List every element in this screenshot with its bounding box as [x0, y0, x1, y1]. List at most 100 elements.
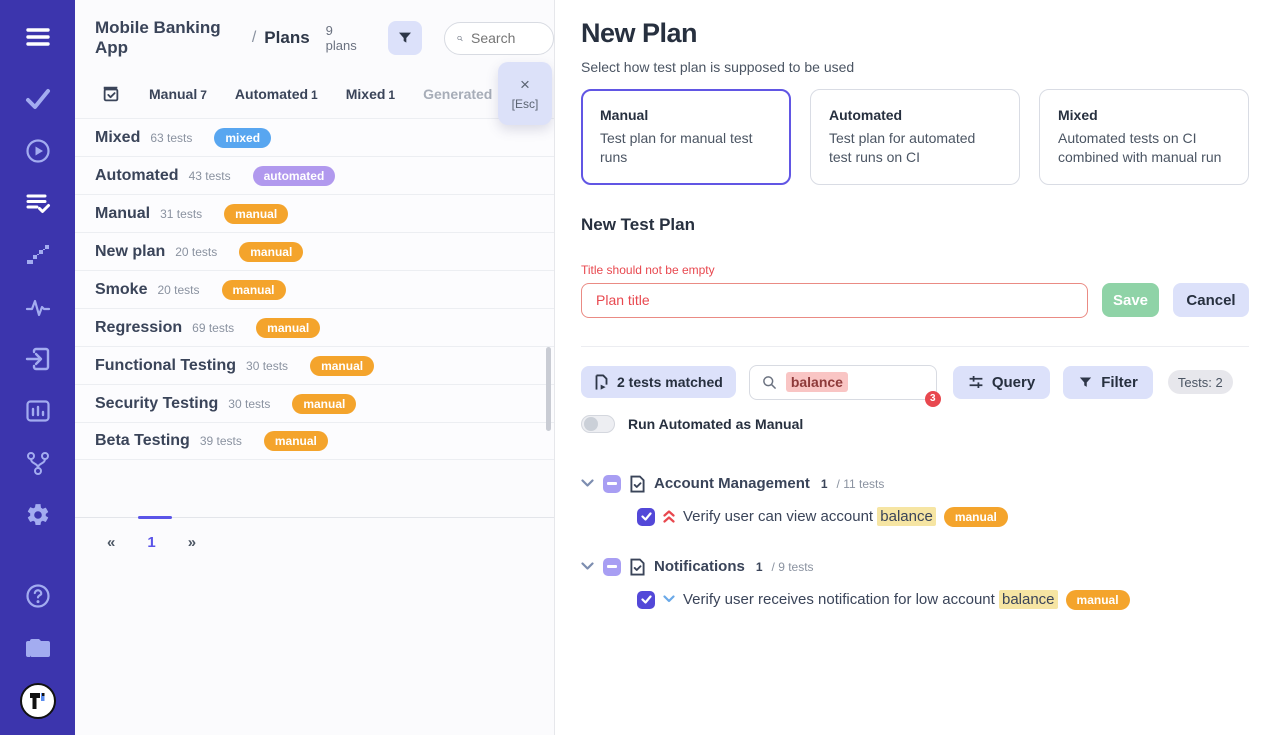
plan-row-security-testing[interactable]: Security Testing 30 tests manual [75, 384, 554, 422]
breadcrumb-project[interactable]: Mobile Banking App [95, 18, 244, 58]
chevron-down-icon[interactable] [581, 479, 594, 488]
suite-selected-count: 1 [821, 477, 828, 491]
pulse-icon[interactable] [23, 292, 53, 322]
funnel-icon [397, 30, 413, 46]
filter-tests-button[interactable]: Filter [1063, 366, 1153, 399]
test-search-box[interactable]: balance 3 [749, 365, 937, 400]
pagination-prev-button[interactable]: « [107, 534, 115, 551]
branch-icon[interactable] [23, 448, 53, 478]
plan-type-badge: manual [264, 431, 328, 451]
plan-type-badge: manual [256, 318, 320, 338]
card-title: Manual [600, 107, 772, 123]
suite-checkbox-indeterminate[interactable] [603, 558, 621, 576]
projects-folder-icon[interactable] [23, 632, 53, 662]
plan-title-input[interactable] [581, 283, 1088, 318]
plan-type-card-automated[interactable]: Automated Test plan for automated test r… [810, 89, 1020, 185]
plan-test-count: 43 tests [189, 169, 231, 183]
tests-matched-button[interactable]: 2 tests matched [581, 366, 736, 398]
steps-stairs-icon[interactable] [23, 240, 53, 270]
search-highlight: balance [877, 507, 936, 526]
test-checkbox-checked[interactable] [637, 591, 655, 609]
plan-type-card-manual[interactable]: Manual Test plan for manual test runs [581, 89, 791, 185]
tests-matched-label: 2 tests matched [617, 374, 723, 390]
pagination-active-indicator [138, 516, 172, 519]
title-validation-error: Title should not be empty [581, 263, 1249, 277]
tests-check-icon[interactable] [23, 84, 53, 114]
escape-close-button[interactable]: × [Esc] [498, 62, 552, 125]
plan-row-mixed[interactable]: Mixed 63 tests mixed [75, 118, 554, 156]
pagination-page-1[interactable]: 1 [147, 534, 155, 551]
plans-search-box[interactable] [444, 22, 554, 55]
suite-total-count: / 9 tests [772, 560, 814, 574]
funnel-icon [1078, 375, 1093, 390]
menu-icon[interactable] [23, 22, 53, 52]
plan-test-count: 30 tests [246, 359, 288, 373]
tab-generated[interactable]: Generated [423, 86, 492, 102]
runs-play-icon[interactable] [23, 136, 53, 166]
test-title[interactable]: Verify user receives notification for lo… [683, 591, 1058, 608]
save-button[interactable]: Save [1102, 283, 1159, 317]
run-automated-toggle[interactable] [581, 415, 615, 433]
plans-search-input[interactable] [471, 30, 541, 46]
search-term: balance [786, 372, 848, 392]
app-logo[interactable] [20, 683, 56, 719]
test-type-badge: manual [1066, 590, 1130, 610]
plan-row-smoke[interactable]: Smoke 20 tests manual [75, 270, 554, 308]
plan-type-badge: manual [222, 280, 286, 300]
plan-title: Mixed [95, 129, 140, 147]
test-title[interactable]: Verify user can view account balance [683, 508, 936, 525]
plan-row-beta-testing[interactable]: Beta Testing 39 tests manual [75, 422, 554, 460]
suite-total-count: / 11 tests [837, 477, 885, 491]
new-plan-panel: New Plan Select how test plan is suppose… [555, 0, 1280, 735]
breadcrumb-page: Plans [264, 28, 309, 48]
suite-name[interactable]: Account Management [654, 475, 810, 492]
import-sign-in-icon[interactable] [23, 344, 53, 374]
suite-document-icon [630, 475, 645, 493]
help-icon[interactable] [23, 581, 53, 611]
plan-row-functional-testing[interactable]: Functional Testing 30 tests manual [75, 346, 554, 384]
priority-high-icon [663, 510, 675, 523]
query-tune-icon [968, 374, 984, 390]
test-row: Verify user receives notification for lo… [637, 590, 1249, 610]
tab-automated[interactable]: Automated1 [235, 86, 318, 102]
plans-list-check-icon[interactable] [23, 188, 53, 218]
plan-test-count: 20 tests [157, 283, 199, 297]
plans-header: Mobile Banking App / Plans 9 plans [75, 0, 554, 70]
plan-row-regression[interactable]: Regression 69 tests manual [75, 308, 554, 346]
test-row: Verify user can view account balance man… [637, 507, 1249, 527]
test-checkbox-checked[interactable] [637, 508, 655, 526]
plan-title: Beta Testing [95, 432, 190, 450]
plan-type-card-mixed[interactable]: Mixed Automated tests on CI combined wit… [1039, 89, 1249, 185]
sidebar-nav [23, 84, 53, 530]
test-tree: Account Management 1 / 11 tests Verify u… [581, 475, 1249, 610]
plan-test-count: 63 tests [150, 131, 192, 145]
analytics-bar-chart-icon[interactable] [23, 396, 53, 426]
plan-type-badge: automated [253, 166, 336, 186]
breadcrumb-separator: / [252, 29, 256, 47]
suite-document-icon [630, 558, 645, 576]
query-button[interactable]: Query [953, 366, 1050, 399]
tab-mixed[interactable]: Mixed1 [346, 86, 395, 102]
plan-test-count: 30 tests [228, 397, 270, 411]
run-document-icon [594, 374, 609, 391]
plan-type-cards: Manual Test plan for manual test runs Au… [581, 89, 1249, 185]
scrollbar-thumb[interactable] [546, 347, 551, 431]
card-description: Automated tests on CI combined with manu… [1058, 129, 1230, 167]
plan-row-automated[interactable]: Automated 43 tests automated [75, 156, 554, 194]
settings-gear-icon[interactable] [23, 500, 53, 530]
chevron-down-icon[interactable] [581, 562, 594, 571]
tab-manual[interactable]: Manual7 [149, 86, 207, 102]
card-title: Mixed [1058, 107, 1230, 123]
plan-title: Security Testing [95, 395, 218, 413]
pagination-next-button[interactable]: » [188, 534, 196, 551]
filter-button[interactable] [388, 21, 422, 55]
cancel-button[interactable]: Cancel [1173, 283, 1249, 317]
sidebar [0, 0, 75, 735]
suite-name[interactable]: Notifications [654, 558, 745, 575]
select-all-icon[interactable] [101, 84, 121, 104]
plan-test-count: 69 tests [192, 321, 234, 335]
suite-checkbox-indeterminate[interactable] [603, 475, 621, 493]
plan-row-new-plan[interactable]: New plan 20 tests manual [75, 232, 554, 270]
card-description: Test plan for automated test runs on CI [829, 129, 1001, 167]
plan-row-manual[interactable]: Manual 31 tests manual [75, 194, 554, 232]
